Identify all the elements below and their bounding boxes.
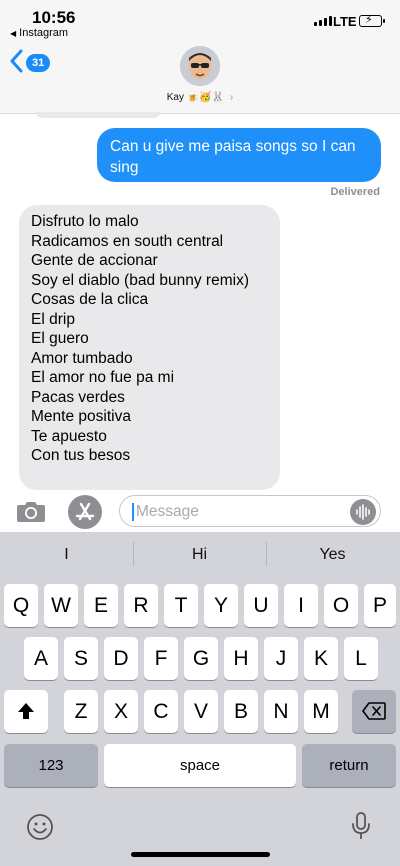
key-b[interactable]: B — [224, 690, 258, 733]
return-key[interactable]: return — [302, 744, 396, 787]
incoming-message-bubble[interactable]: Disfruto lo malo Radicamos en south cent… — [19, 205, 280, 490]
contact-name-row[interactable]: Kay 🍺🥳🐰 › — [0, 92, 400, 103]
key-i[interactable]: I — [284, 584, 318, 627]
key-f[interactable]: F — [144, 637, 178, 680]
unread-count-badge[interactable]: 31 — [26, 54, 51, 72]
battery-charging-icon: ⚡ — [359, 14, 385, 27]
key-h[interactable]: H — [224, 637, 258, 680]
message-line: Mente positiva — [31, 408, 131, 425]
message-line: Con tus besos — [31, 447, 131, 464]
message-input-bar: Message — [0, 490, 400, 532]
text-cursor — [132, 503, 134, 521]
key-d[interactable]: D — [104, 637, 138, 680]
message-placeholder: Message — [136, 503, 199, 520]
previous-message-bubble — [36, 112, 160, 118]
key-q[interactable]: Q — [4, 584, 38, 627]
keyboard: I Hi Yes Q W E R T Y U I O P A S D F G H… — [0, 532, 400, 866]
message-line: Radicamos en south central — [31, 232, 224, 250]
key-o[interactable]: O — [324, 584, 358, 627]
message-line: Gente de accionar — [31, 252, 158, 269]
delivery-status: Delivered — [330, 186, 380, 198]
key-c[interactable]: C — [144, 690, 178, 733]
delete-key[interactable] — [352, 690, 396, 733]
key-s[interactable]: S — [64, 637, 98, 680]
key-v[interactable]: V — [184, 690, 218, 733]
key-j[interactable]: J — [264, 637, 298, 680]
message-line: Pacas verdes — [31, 388, 125, 406]
numbers-key[interactable]: 123 — [4, 744, 98, 787]
suggestion-bar: I Hi Yes — [0, 532, 400, 576]
message-line: Te apuesto — [31, 427, 107, 445]
space-key[interactable]: space — [104, 744, 296, 787]
memoji-icon — [180, 46, 220, 86]
message-input[interactable]: Message — [119, 495, 381, 527]
key-p[interactable]: P — [364, 584, 396, 627]
key-k[interactable]: K — [304, 637, 338, 680]
message-line: El drip — [31, 310, 75, 328]
app-store-icon[interactable] — [68, 495, 102, 529]
contact-name: Kay — [166, 92, 184, 103]
network-label: LTE — [333, 14, 357, 29]
suggestion-item[interactable]: Yes — [266, 546, 399, 564]
message-line: Soy el diablo (bad bunny remix) — [31, 271, 249, 289]
key-u[interactable]: U — [244, 584, 278, 627]
message-line: El guero — [31, 330, 89, 347]
contact-avatar[interactable] — [180, 46, 220, 86]
key-t[interactable]: T — [164, 584, 198, 627]
key-g[interactable]: G — [184, 637, 218, 680]
status-time: 10:56 — [32, 8, 76, 27]
key-m[interactable]: M — [304, 690, 338, 733]
key-l[interactable]: L — [344, 637, 378, 680]
home-indicator[interactable] — [131, 852, 270, 857]
key-y[interactable]: Y — [204, 584, 238, 627]
key-r[interactable]: R — [124, 584, 158, 627]
status-bar: 10:56 ◀ Instagram LTE ⚡ — [0, 0, 400, 42]
shift-key[interactable] — [4, 690, 48, 733]
suggestion-item[interactable]: Hi — [133, 546, 266, 564]
suggestion-item[interactable]: I — [0, 546, 133, 564]
outgoing-message-bubble[interactable]: Can u give me paisa songs so I can sing — [97, 128, 381, 182]
audio-message-button[interactable] — [350, 499, 376, 525]
back-app-label: Instagram — [19, 27, 69, 39]
key-a[interactable]: A — [24, 637, 58, 680]
key-z[interactable]: Z — [64, 690, 98, 733]
waveform-icon — [356, 504, 370, 520]
signal-bars-icon — [314, 16, 332, 26]
dictation-mic-icon[interactable] — [350, 811, 372, 841]
back-chevron-icon[interactable] — [8, 48, 24, 74]
emoji-icon[interactable] — [26, 813, 54, 841]
message-line: Cosas de la clica — [31, 291, 149, 308]
key-w[interactable]: W — [44, 584, 78, 627]
back-to-app-link[interactable]: ◀ Instagram — [10, 27, 68, 39]
conversation-header: 31 Kay 🍺🥳🐰 › — [0, 42, 400, 114]
camera-icon[interactable] — [16, 499, 46, 523]
message-line: Amor tumbado — [31, 349, 133, 367]
chevron-right-icon: › — [229, 92, 234, 103]
key-n[interactable]: N — [264, 690, 298, 733]
contact-emoji: 🍺🥳🐰 — [186, 92, 225, 103]
back-triangle-icon: ◀ — [10, 28, 17, 38]
shift-arrow-icon — [18, 703, 34, 719]
key-x[interactable]: X — [104, 690, 138, 733]
backspace-icon — [362, 702, 386, 720]
message-line: El amor no fue pa mi — [31, 369, 175, 386]
message-line: Disfruto lo malo — [31, 213, 139, 230]
key-e[interactable]: E — [84, 584, 118, 627]
app-store-glyph-icon — [75, 502, 95, 521]
